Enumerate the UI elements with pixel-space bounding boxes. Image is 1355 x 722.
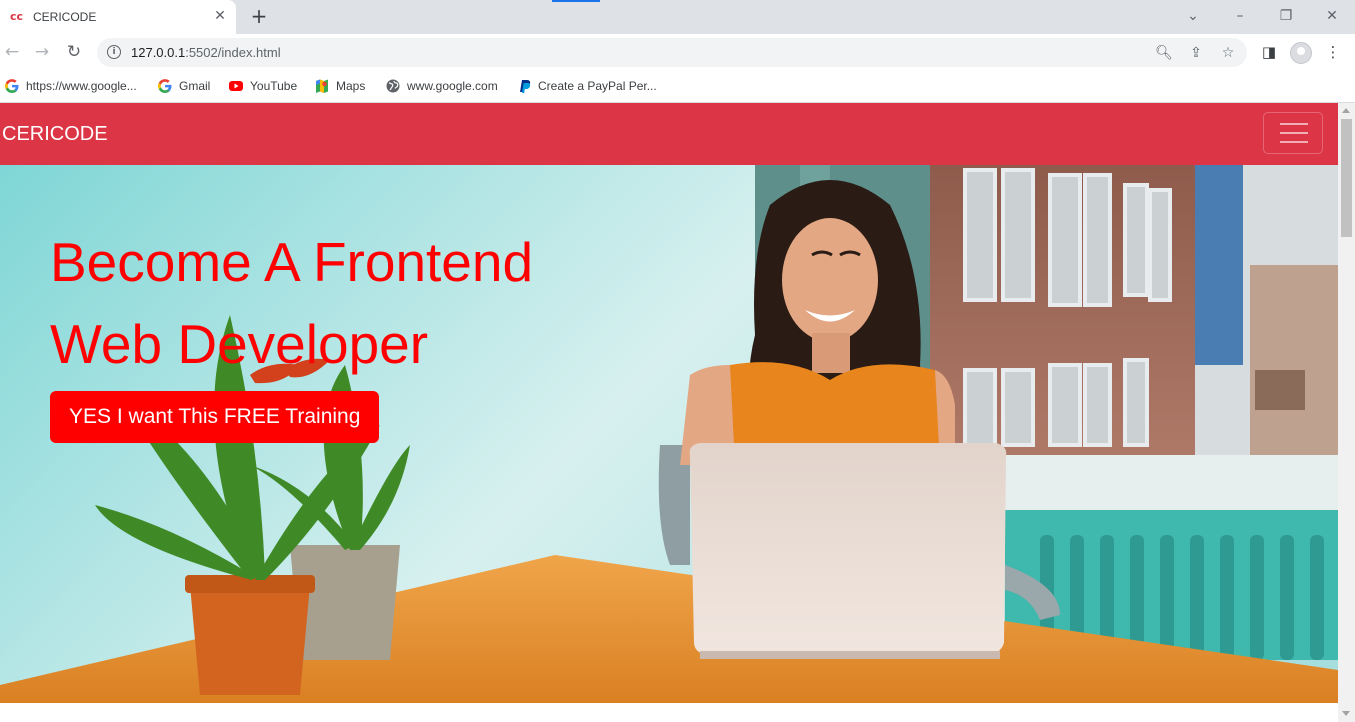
bookmark-label: www.google.com <box>407 79 498 93</box>
browser-toolbar: ← → ↻ i 127.0.0.1:5502/index.html 🔍︎ ⇪ ☆… <box>0 34 1355 70</box>
url-host: 127.0.0.1 <box>131 45 186 60</box>
back-button[interactable]: ← <box>1 41 23 63</box>
bookmark-label: Create a PayPal Per... <box>538 79 657 93</box>
bookmark-label: https://www.google... <box>26 79 137 93</box>
hero-headline-line2: Web Developer <box>50 313 429 375</box>
zoom-icon[interactable]: 🔍︎ <box>1154 43 1174 63</box>
bookmark-item[interactable]: www.google.com <box>385 76 498 96</box>
tab-search-icon[interactable]: ⌄ <box>1182 6 1204 26</box>
free-training-cta-button[interactable]: YES I want This FREE Training <box>50 391 380 443</box>
browser-tabstrip: cc CERICODE ✕ + ⌄ – ❐ ✕ <box>0 0 1355 34</box>
bookmark-star-icon[interactable]: ☆ <box>1218 43 1238 63</box>
hamburger-bar <box>1280 132 1308 134</box>
site-brand[interactable]: CERICODE <box>2 121 108 147</box>
bookmark-item[interactable]: YouTube <box>228 76 297 96</box>
new-tab-button[interactable]: + <box>249 6 269 28</box>
scroll-up-arrow-icon[interactable] <box>1342 108 1350 113</box>
hero-section: Become A Frontend Web Developer YES I wa… <box>0 165 1338 706</box>
share-icon[interactable]: ⇪ <box>1186 43 1206 63</box>
tab-accent-bar <box>552 0 600 2</box>
minimize-button[interactable]: – <box>1229 6 1251 26</box>
menu-kebab-icon[interactable]: ⋮ <box>1322 41 1344 63</box>
google-icon <box>157 79 172 93</box>
bookmark-item[interactable]: Maps <box>314 76 365 96</box>
bookmark-item[interactable]: Gmail <box>157 76 210 96</box>
site-navbar: CERICODE <box>0 103 1338 165</box>
site-info-icon[interactable]: i <box>107 45 121 59</box>
maps-icon <box>316 79 328 93</box>
hamburger-bar <box>1280 141 1308 143</box>
bookmarks-bar: https://www.google... Gmail YouTube Maps <box>0 70 1355 103</box>
profile-avatar[interactable] <box>1290 42 1312 64</box>
scroll-thumb[interactable] <box>1341 119 1352 237</box>
bookmark-item[interactable]: https://www.google... <box>4 76 137 96</box>
address-bar[interactable]: i 127.0.0.1:5502/index.html 🔍︎ ⇪ ☆ <box>97 38 1247 67</box>
hero-headline: Become A Frontend Web Developer <box>50 221 533 385</box>
paypal-icon <box>520 80 531 93</box>
scroll-down-arrow-icon[interactable] <box>1342 711 1350 716</box>
side-panel-icon[interactable]: ◨ <box>1258 41 1280 63</box>
bookmark-label: Maps <box>336 79 366 93</box>
close-window-button[interactable]: ✕ <box>1321 6 1343 26</box>
bookmark-item[interactable]: Create a PayPal Per... <box>516 76 657 96</box>
close-tab-icon[interactable]: ✕ <box>212 8 228 24</box>
page-viewport: CERICODE Become A Frontend Web Developer… <box>0 103 1338 722</box>
google-icon <box>4 79 19 93</box>
restore-button[interactable]: ❐ <box>1275 6 1297 26</box>
url-path: :5502/index.html <box>185 45 281 60</box>
youtube-icon <box>229 81 243 91</box>
bookmark-label: Gmail <box>179 79 211 93</box>
hero-headline-line1: Become A Frontend <box>50 231 534 293</box>
url-text[interactable]: 127.0.0.1:5502/index.html <box>131 44 281 61</box>
bookmark-label: YouTube <box>250 79 298 93</box>
reload-button[interactable]: ↻ <box>63 41 85 63</box>
hamburger-bar <box>1280 123 1308 125</box>
tab-title: CERICODE <box>33 10 97 24</box>
page-scrollbar[interactable] <box>1338 103 1355 722</box>
tab-favicon-icon: cc <box>10 10 24 23</box>
globe-icon <box>386 79 400 93</box>
hamburger-menu-button[interactable] <box>1263 112 1323 154</box>
browser-tab[interactable]: cc CERICODE ✕ <box>0 0 236 34</box>
forward-button[interactable]: → <box>31 41 53 63</box>
